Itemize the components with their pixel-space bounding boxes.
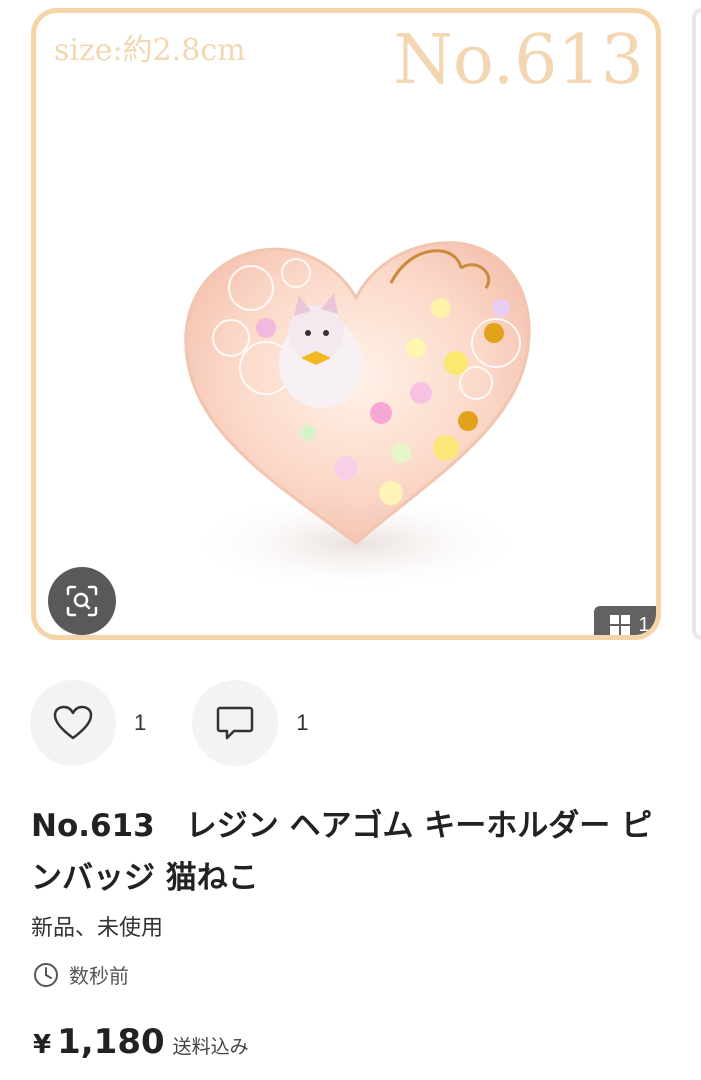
like-button[interactable] [30, 680, 116, 766]
page-counter-text: 1 / 4 [638, 613, 661, 636]
next-photo-preview[interactable] [692, 8, 701, 640]
action-bar: 1 1 [30, 680, 355, 766]
price: ¥ 1,180 送料込み [33, 1022, 249, 1062]
price-value: 1,180 [57, 1022, 165, 1062]
resin-heart-image [184, 241, 531, 593]
grid-icon [609, 615, 630, 635]
posted-time-text: 数秒前 [69, 964, 129, 988]
zoom-button[interactable] [48, 567, 116, 635]
like-group: 1 [30, 680, 146, 766]
currency-symbol: ¥ [33, 1030, 52, 1060]
page-counter[interactable]: 1 / 4 [594, 606, 661, 636]
image-gallery[interactable]: size:約2.8cm No.613 1 / [0, 0, 701, 660]
heart-icon [53, 705, 93, 740]
product-photo[interactable]: size:約2.8cm No.613 1 / [31, 8, 661, 640]
like-count: 1 [134, 710, 147, 735]
comment-count: 1 [296, 710, 309, 735]
posted-time: 数秒前 [33, 960, 129, 989]
shipping-label: 送料込み [172, 1036, 249, 1058]
item-title: No.613 レジン ヘアゴム キーホルダー ピンバッジ 猫ねこ [31, 808, 653, 896]
size-caption: size:約2.8cm [54, 33, 246, 68]
comment-button[interactable] [192, 680, 279, 766]
comment-icon [217, 706, 254, 740]
number-watermark: No.613 [393, 21, 644, 100]
item-condition: 新品、未使用 [31, 916, 164, 941]
clock-icon [34, 962, 58, 987]
scan-search-icon [66, 585, 98, 617]
comment-group: 1 [192, 680, 309, 766]
